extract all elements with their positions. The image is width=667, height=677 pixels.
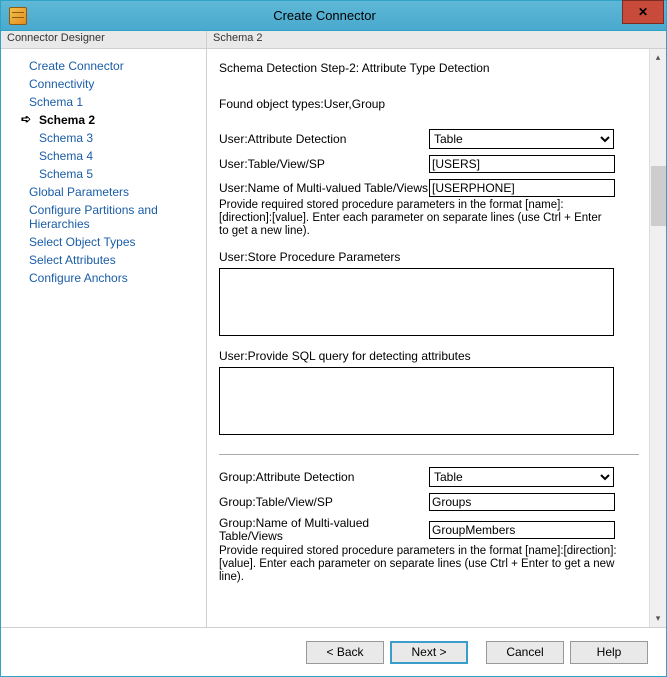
separator (219, 454, 639, 455)
footer: < Back Next > Cancel Help (1, 627, 666, 676)
nav-configure-anchors[interactable]: Configure Anchors (1, 269, 206, 287)
scrollbar[interactable]: ▴ ▾ (649, 49, 666, 627)
window-title: Create Connector (27, 8, 622, 23)
row-user-table: User:Table/View/SP (219, 155, 639, 173)
body: Create Connector Connectivity Schema 1 S… (1, 49, 666, 627)
hint-user: Provide required stored procedure parame… (219, 199, 614, 238)
select-group-attr-detection[interactable]: Table (429, 467, 614, 487)
row-group-multi: Group:Name of Multi-valued Table/Views (219, 517, 639, 543)
back-button[interactable]: < Back (306, 641, 384, 664)
titlebar: Create Connector ✕ (1, 1, 666, 31)
nav-connectivity[interactable]: Connectivity (1, 75, 206, 93)
nav-schema-4[interactable]: Schema 4 (1, 147, 206, 165)
label-user-sp: User:Store Procedure Parameters (219, 250, 639, 264)
label-user-multi: User:Name of Multi-valued Table/Views (219, 182, 429, 195)
input-user-multi[interactable] (429, 179, 615, 197)
scroll-up-arrow-icon[interactable]: ▴ (651, 49, 666, 66)
input-user-table[interactable] (429, 155, 615, 173)
scroll-thumb[interactable] (651, 166, 666, 226)
input-group-multi[interactable] (429, 521, 615, 539)
client-area: Connector Designer Schema 2 Create Conne… (1, 31, 666, 676)
input-group-table[interactable] (429, 493, 615, 511)
nav-schema-3[interactable]: Schema 3 (1, 129, 206, 147)
nav-configure-partitions[interactable]: Configure Partitions and Hierarchies (1, 201, 206, 233)
nav-select-attributes[interactable]: Select Attributes (1, 251, 206, 269)
nav-global-parameters[interactable]: Global Parameters (1, 183, 206, 201)
window: Create Connector ✕ Connector Designer Sc… (0, 0, 667, 677)
panel-headers: Connector Designer Schema 2 (1, 31, 666, 49)
textarea-user-sp[interactable] (219, 268, 614, 336)
scroll-down-arrow-icon[interactable]: ▾ (651, 610, 666, 627)
label-user-attr-detection: User:Attribute Detection (219, 133, 429, 146)
panel-header-left: Connector Designer (1, 31, 207, 49)
row-group-table: Group:Table/View/SP (219, 493, 639, 511)
help-button[interactable]: Help (570, 641, 648, 664)
label-group-table: Group:Table/View/SP (219, 496, 429, 509)
close-icon: ✕ (638, 5, 648, 19)
found-types: Found object types:User,Group (219, 97, 639, 111)
nav-select-object-types[interactable]: Select Object Types (1, 233, 206, 251)
label-group-multi: Group:Name of Multi-valued Table/Views (219, 517, 429, 543)
step-title: Schema Detection Step-2: Attribute Type … (219, 61, 639, 75)
hint-group: Provide required stored procedure parame… (219, 545, 639, 584)
row-user-multi: User:Name of Multi-valued Table/Views (219, 179, 639, 197)
row-user-attr-detection: User:Attribute Detection Table (219, 129, 639, 149)
cancel-button[interactable]: Cancel (486, 641, 564, 664)
scroll-track[interactable] (651, 66, 666, 610)
next-button[interactable]: Next > (390, 641, 468, 664)
app-icon (9, 7, 27, 25)
panel-header-right: Schema 2 (207, 31, 666, 49)
textarea-user-sql[interactable] (219, 367, 614, 435)
nav: Create Connector Connectivity Schema 1 S… (1, 49, 207, 627)
nav-schema-1[interactable]: Schema 1 (1, 93, 206, 111)
close-button[interactable]: ✕ (622, 0, 664, 24)
label-group-attr-detection: Group:Attribute Detection (219, 471, 429, 484)
select-user-attr-detection[interactable]: Table (429, 129, 614, 149)
label-user-table: User:Table/View/SP (219, 158, 429, 171)
row-group-attr-detection: Group:Attribute Detection Table (219, 467, 639, 487)
content: Schema Detection Step-2: Attribute Type … (207, 49, 649, 627)
nav-schema-5[interactable]: Schema 5 (1, 165, 206, 183)
content-pane: Schema Detection Step-2: Attribute Type … (207, 49, 666, 627)
nav-schema-2[interactable]: Schema 2 (1, 111, 206, 129)
label-user-sql: User:Provide SQL query for detecting att… (219, 349, 639, 363)
nav-create-connector[interactable]: Create Connector (1, 57, 206, 75)
